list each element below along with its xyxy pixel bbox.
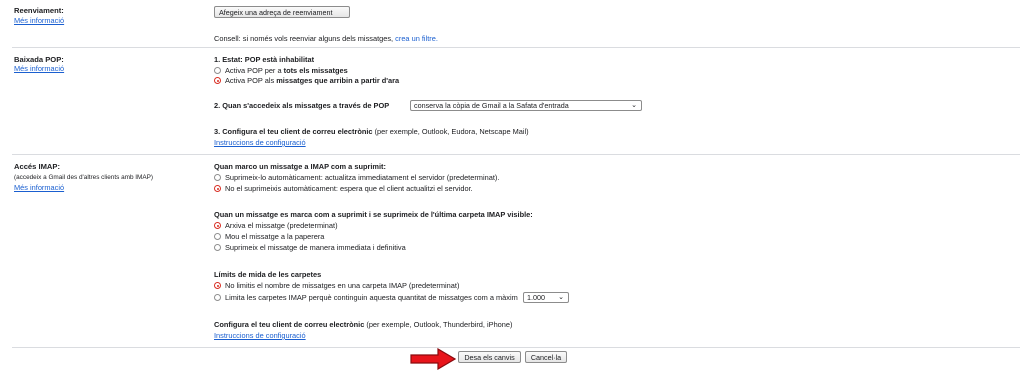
section-divider [12, 154, 1020, 155]
pop-status-header: 1. Estat: POP està inhabilitat [214, 55, 315, 64]
pop-option1-bold: tots els missatges [283, 66, 348, 75]
pop-option2-bold: missatges que arribin a partir d'ara [276, 76, 400, 85]
forwarding-label: Reenviament: [14, 6, 64, 15]
imap-expunge-opt3-text: Suprimeix el missatge de manera immediat… [225, 243, 406, 252]
forwarding-tip: Consell: si només vols reenviar alguns d… [214, 34, 438, 43]
pop-access-select[interactable]: conserva la còpia de Gmail a la Safata d… [410, 100, 642, 111]
save-changes-button[interactable]: Desa els canvis [458, 351, 521, 363]
imap-sublabel: (accedeix a Gmail des d'altres clients a… [14, 174, 154, 181]
imap-delete-forever-radio[interactable] [214, 244, 221, 251]
create-filter-link[interactable]: crea un filtre. [395, 34, 438, 43]
imap-more-info-link[interactable]: Més informació [14, 183, 64, 192]
section-divider [12, 47, 1020, 48]
pop-config-line: 3. Configura el teu client de correu ele… [214, 127, 529, 136]
red-arrow-icon [410, 348, 456, 370]
pop-option2-text: Activa POP als [225, 76, 277, 85]
imap-deleted-header: Quan marco un missatge a IMAP com a supr… [214, 162, 386, 171]
imap-folder-opt1-text: No limitis el nombre de missatges en una… [225, 281, 460, 290]
pop-config-header: 3. Configura el teu client de correu ele… [214, 127, 373, 136]
pop-config-instructions-link[interactable]: Instruccions de configuració [214, 138, 306, 147]
imap-auto-expunge-off-radio[interactable] [214, 185, 221, 192]
pop-access-header: 2. Quan s'accedeix als missatges a travé… [214, 101, 390, 110]
imap-no-limit-radio[interactable] [214, 282, 221, 289]
imap-label: Accés IMAP: [14, 162, 61, 171]
pop-config-examples: (per exemple, Outlook, Eudora, Netscape … [372, 127, 529, 136]
pop-enable-all-radio[interactable] [214, 67, 221, 74]
imap-config-instructions-link[interactable]: Instruccions de configuració [214, 331, 306, 340]
forwarding-more-info-link[interactable]: Més informació [14, 16, 64, 25]
imap-folder-limit-select[interactable]: 1.000 ⌄ [523, 292, 569, 303]
pop-option1-text: Activa POP per a [225, 66, 284, 75]
pop-more-info-link[interactable]: Més informació [14, 64, 64, 73]
imap-expunge-opt2-text: Mou el missatge a la paperera [225, 232, 325, 241]
imap-expunge-opt1-text: Arxiva el missatge (predeterminat) [225, 221, 338, 230]
cancel-button[interactable]: Cancel·la [525, 351, 567, 363]
section-divider [12, 347, 1020, 348]
chevron-down-icon: ⌄ [631, 102, 637, 109]
imap-deleted-opt2-text: No el suprimeixis automàticament: espera… [225, 184, 473, 193]
imap-config-line: Configura el teu client de correu electr… [214, 320, 512, 329]
pop-label: Baixada POP: [14, 55, 64, 64]
chevron-down-icon: ⌄ [558, 294, 564, 301]
imap-trash-radio[interactable] [214, 233, 221, 240]
imap-archive-radio[interactable] [214, 222, 221, 229]
imap-config-examples: (per exemple, Outlook, Thunderbird, iPho… [364, 320, 513, 329]
imap-deleted-opt1-text: Suprimeix-lo automàticament: actualitza … [225, 173, 500, 182]
imap-limit-radio[interactable] [214, 294, 221, 301]
imap-config-header: Configura el teu client de correu electr… [214, 320, 365, 329]
imap-folder-limit-header: Límits de mida de les carpetes [214, 270, 322, 279]
forwarding-tip-text: Consell: si només vols reenviar alguns d… [214, 34, 396, 43]
imap-folder-limit-value: 1.000 [527, 293, 545, 302]
pop-enable-new-radio[interactable] [214, 77, 221, 84]
pop-access-select-value: conserva la còpia de Gmail a la Safata d… [414, 101, 569, 110]
add-forwarding-address-button[interactable]: Afegeix una adreça de reenviament [214, 6, 350, 18]
imap-folder-opt2-text: Limita les carpetes IMAP perquè contingu… [225, 293, 518, 302]
imap-expunge-header: Quan un missatge es marca com a suprimit… [214, 210, 533, 219]
imap-auto-expunge-on-radio[interactable] [214, 174, 221, 181]
